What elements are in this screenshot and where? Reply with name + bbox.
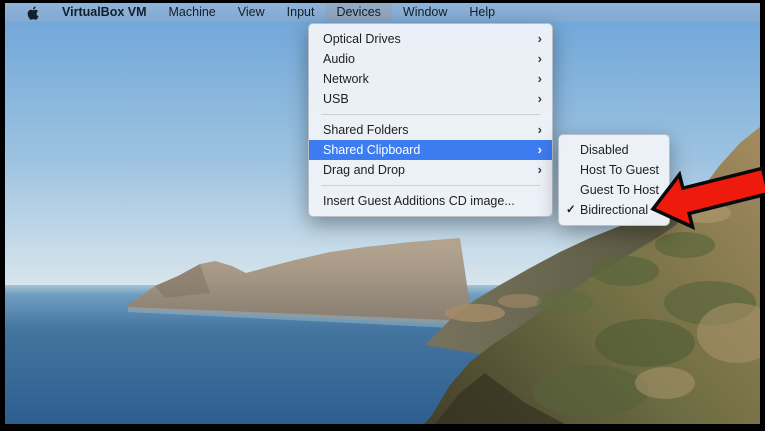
menu-item-label: Host To Guest [580, 160, 661, 180]
menu-bar: VirtualBox VM Machine View Input Devices… [5, 3, 760, 22]
shared-clipboard-submenu: Disabled Host To Guest Guest To Host ✓ B… [558, 134, 670, 226]
submenu-item-disabled[interactable]: Disabled [559, 140, 669, 160]
menu-item-label: USB [323, 89, 538, 109]
menubar-item-window[interactable]: Window [392, 3, 458, 22]
menu-item-label: Insert Guest Additions CD image... [323, 191, 542, 211]
menu-item-shared-clipboard[interactable]: Shared Clipboard › [309, 140, 552, 160]
vm-screen: VirtualBox VM Machine View Input Devices… [5, 3, 760, 424]
submenu-chevron-icon: › [538, 140, 542, 160]
submenu-chevron-icon: › [538, 120, 542, 140]
menu-item-drag-and-drop[interactable]: Drag and Drop › [309, 160, 552, 180]
submenu-item-bidirectional[interactable]: ✓ Bidirectional [559, 200, 669, 220]
menu-item-label: Disabled [580, 140, 661, 160]
apple-icon [26, 5, 39, 21]
menu-item-insert-guest-additions[interactable]: Insert Guest Additions CD image... [309, 191, 552, 211]
menu-item-label: Drag and Drop [323, 160, 538, 180]
menu-item-label: Guest To Host [580, 180, 661, 200]
menu-item-label: Shared Clipboard [323, 140, 538, 160]
menubar-item-help[interactable]: Help [458, 3, 506, 22]
submenu-chevron-icon: › [538, 160, 542, 180]
menu-item-optical-drives[interactable]: Optical Drives › [309, 29, 552, 49]
apple-menu[interactable] [14, 3, 51, 22]
submenu-item-host-to-guest[interactable]: Host To Guest [559, 160, 669, 180]
submenu-item-guest-to-host[interactable]: Guest To Host [559, 180, 669, 200]
menu-item-network[interactable]: Network › [309, 69, 552, 89]
menu-separator [321, 114, 540, 115]
menu-item-label: Network [323, 69, 538, 89]
menu-item-usb[interactable]: USB › [309, 89, 552, 109]
submenu-chevron-icon: › [538, 49, 542, 69]
menubar-item-virtualbox-vm[interactable]: VirtualBox VM [51, 3, 158, 22]
menu-separator [321, 185, 540, 186]
submenu-chevron-icon: › [538, 29, 542, 49]
menubar-item-machine[interactable]: Machine [158, 3, 227, 22]
checkmark-icon: ✓ [566, 200, 580, 220]
menu-item-label: Shared Folders [323, 120, 538, 140]
menu-item-label: Bidirectional [580, 200, 661, 220]
menubar-item-devices[interactable]: Devices [325, 3, 391, 22]
menu-item-shared-folders[interactable]: Shared Folders › [309, 120, 552, 140]
menu-item-label: Audio [323, 49, 538, 69]
menu-item-label: Optical Drives [323, 29, 538, 49]
menu-item-audio[interactable]: Audio › [309, 49, 552, 69]
screen-frame: VirtualBox VM Machine View Input Devices… [0, 0, 765, 431]
menubar-item-input[interactable]: Input [276, 3, 326, 22]
submenu-chevron-icon: › [538, 89, 542, 109]
devices-menu: Optical Drives › Audio › Network › USB ›… [308, 23, 553, 217]
submenu-chevron-icon: › [538, 69, 542, 89]
menubar-item-view[interactable]: View [227, 3, 276, 22]
